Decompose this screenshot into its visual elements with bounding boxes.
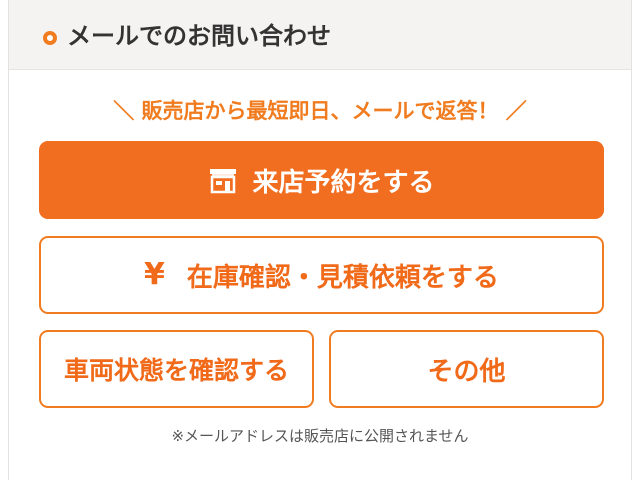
section-header: メールでのお問い合わせ xyxy=(9,0,631,70)
page: メールでのお問い合わせ ＼ 販売店から最短即日、メールで返答！ ／ 来店予約をす… xyxy=(0,0,640,480)
ring-bullet-icon xyxy=(43,31,57,45)
contact-card: メールでのお問い合わせ ＼ 販売店から最短即日、メールで返答！ ／ 来店予約をす… xyxy=(8,0,632,480)
stock-estimate-label: 在庫確認・見積依頼をする xyxy=(186,262,499,293)
privacy-note: ※メールアドレスは販売店に公開されません xyxy=(171,427,469,445)
other-inquiry-label: その他 xyxy=(427,356,506,387)
shop-icon xyxy=(208,166,238,194)
vehicle-condition-button[interactable]: 車両状態を確認する xyxy=(39,330,314,408)
reserve-visit-label: 来店予約をする xyxy=(252,167,435,198)
stock-estimate-button[interactable]: ¥ 在庫確認・見積依頼をする xyxy=(39,236,604,314)
vehicle-condition-label: 車両状態を確認する xyxy=(63,356,289,385)
yen-icon: ¥ xyxy=(144,257,165,292)
section-title: メールでのお問い合わせ xyxy=(67,22,331,50)
reply-tagline: ＼ 販売店から最短即日、メールで返答！ ／ xyxy=(113,99,527,123)
other-inquiry-button[interactable]: その他 xyxy=(329,330,604,408)
reserve-visit-button[interactable]: 来店予約をする xyxy=(39,141,604,219)
